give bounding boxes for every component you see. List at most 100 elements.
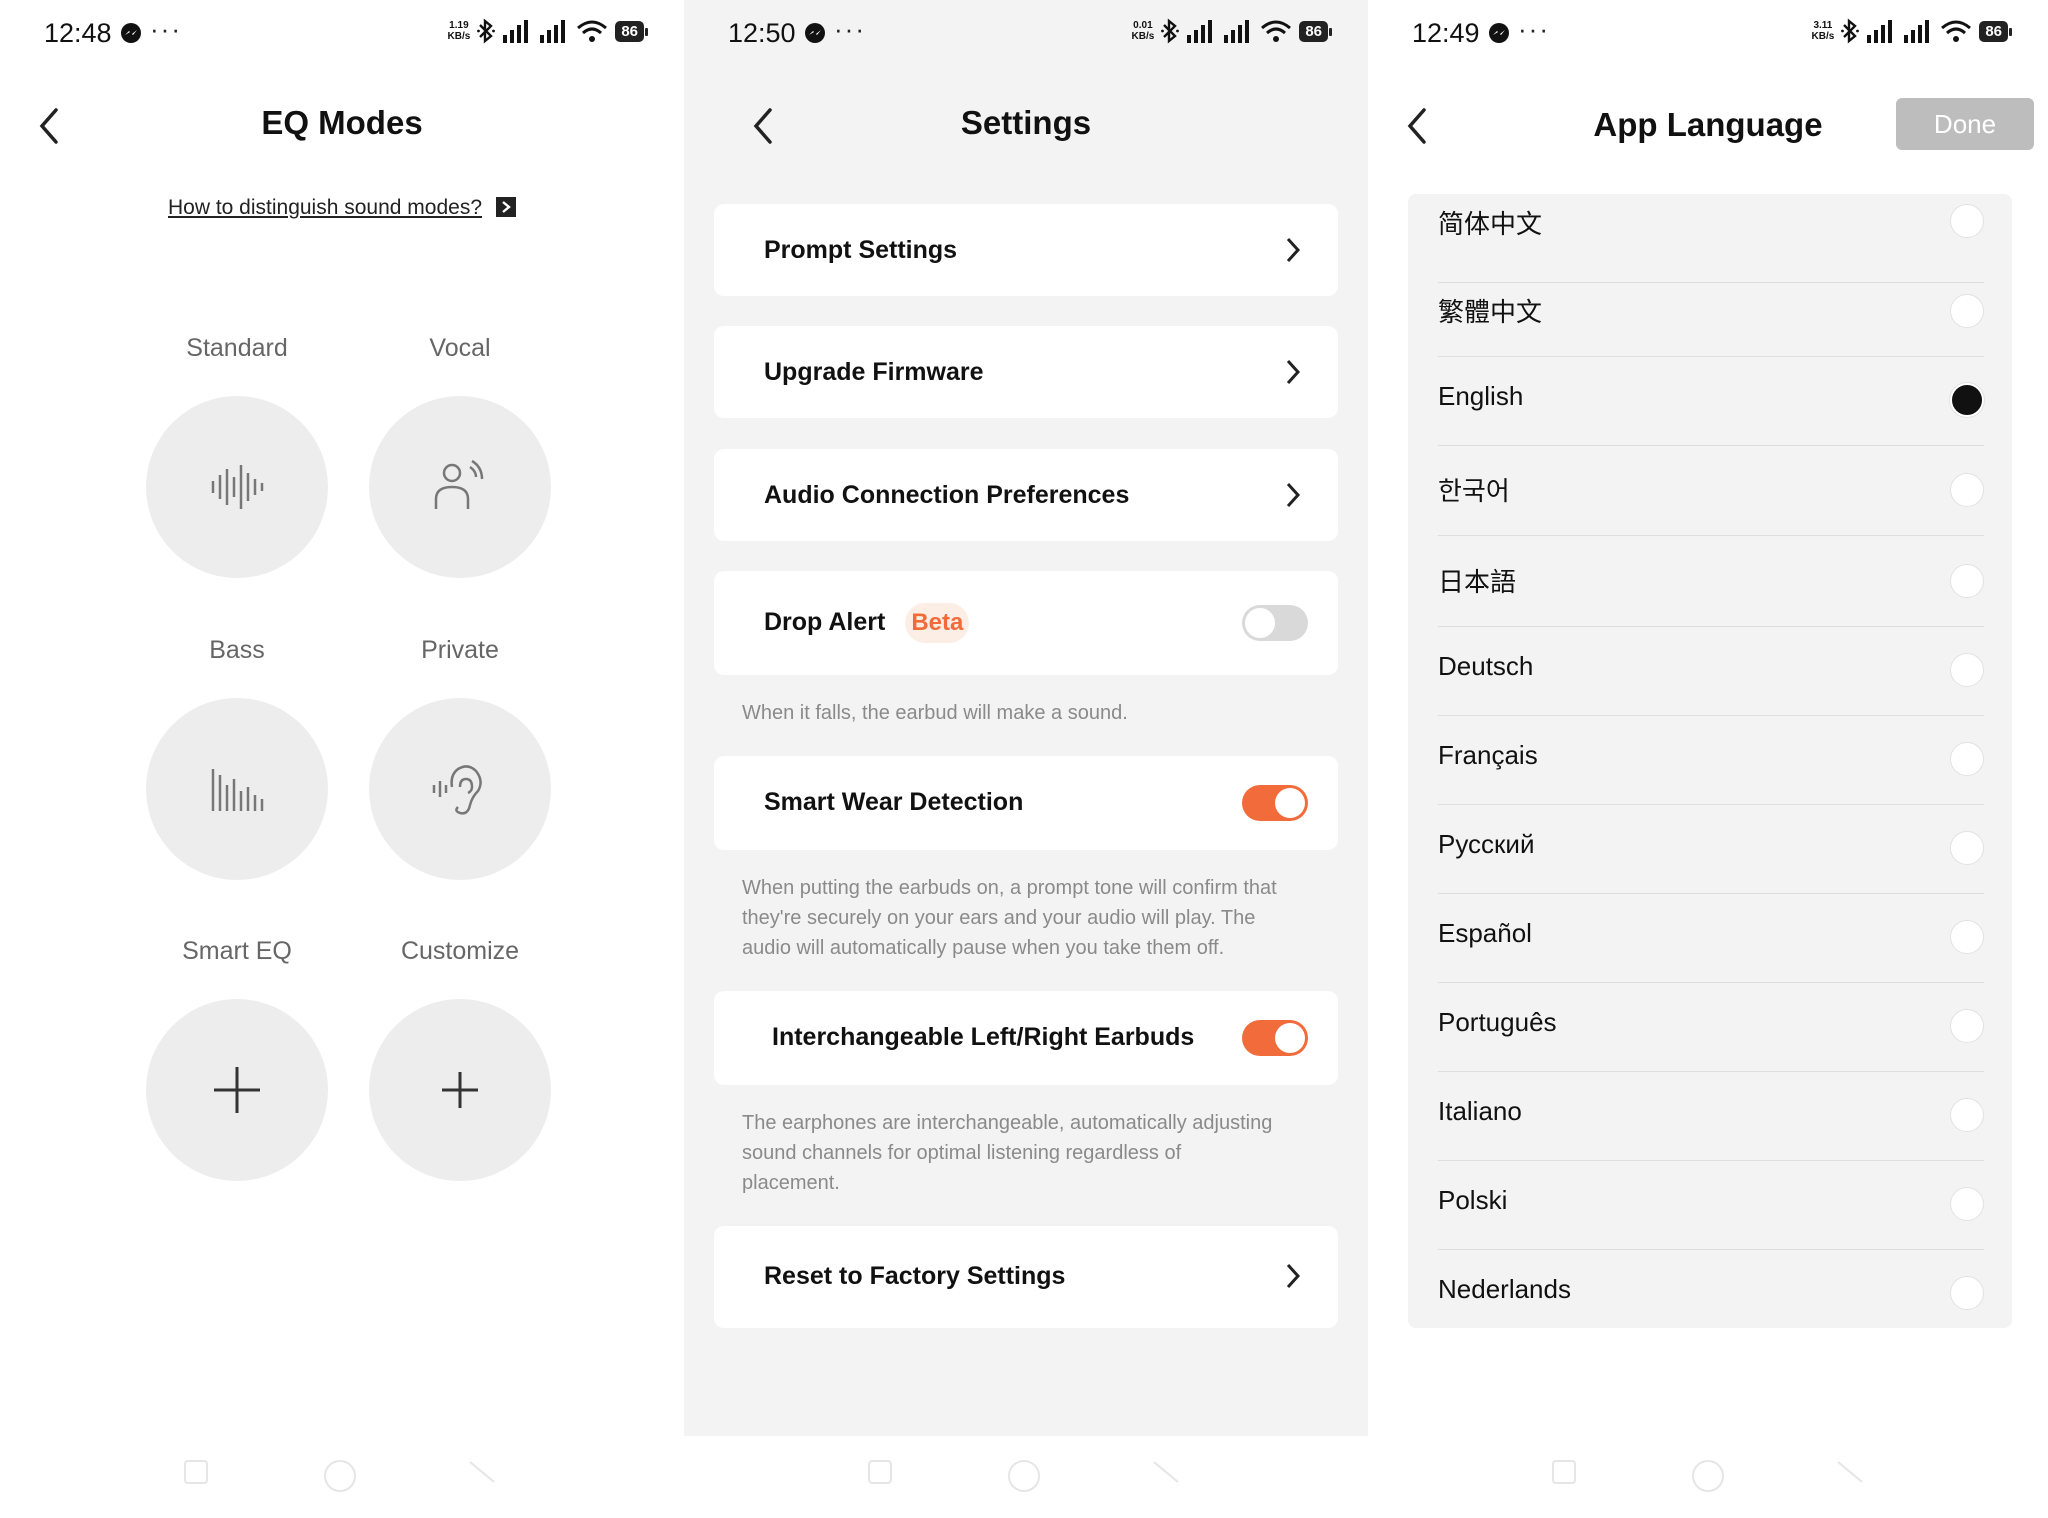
network-speed: 1.19 KB/s [447, 20, 471, 42]
signal-icon [503, 20, 529, 43]
radio-button [1950, 831, 1984, 865]
mode-label-customize: Customize [400, 937, 520, 965]
header: EQ Modes [0, 90, 684, 162]
signal-icon-2 [1904, 20, 1930, 43]
recents-nav-icon[interactable] [1550, 1458, 1578, 1486]
mode-label-bass: Bass [209, 636, 265, 664]
back-nav-icon[interactable] [468, 1458, 496, 1486]
bass-bars-icon [211, 769, 264, 811]
mode-vocal-button[interactable] [369, 396, 551, 578]
interchangeable-description: The earphones are interchangeable, autom… [742, 1112, 1273, 1194]
language-item-pt[interactable]: Português [1408, 983, 2012, 1072]
chevron-right-icon [1286, 237, 1301, 263]
chevron-right-icon [1286, 1263, 1301, 1289]
interchangeable-label: Interchangeable Left/Right Earbuds [772, 1023, 1195, 1051]
mode-private-button[interactable] [369, 698, 551, 880]
plus-icon [442, 1072, 478, 1108]
audio-connection-row[interactable]: Audio Connection Preferences [714, 449, 1338, 541]
howto-link-text[interactable]: How to distinguish sound modes? [168, 196, 482, 219]
ear-icon [432, 765, 482, 815]
status-time: 12:48 [44, 18, 112, 48]
external-arrow-icon[interactable] [496, 197, 516, 217]
howto-link[interactable]: How to distinguish sound modes? [0, 196, 684, 220]
radio-button [1950, 742, 1984, 776]
mode-bass-button[interactable] [146, 698, 328, 880]
messenger-icon [1488, 22, 1510, 49]
more-status-icon: ··· [834, 14, 866, 44]
plus-icon [214, 1067, 260, 1113]
reset-factory-row[interactable]: Reset to Factory Settings [714, 1226, 1338, 1328]
radio-button [1950, 1187, 1984, 1221]
mode-label-standard: Standard [186, 334, 288, 362]
status-bar: 12:49 ··· 3.11 KB/s 86 [1368, 0, 2048, 66]
mode-customize-button[interactable] [369, 999, 551, 1181]
system-nav-bar [1368, 1436, 2048, 1518]
wifi-icon [577, 20, 608, 42]
language-item-fr[interactable]: Français [1408, 716, 2012, 805]
smart-wear-description: When putting the earbuds on, a prompt to… [742, 877, 1277, 959]
smart-wear-toggle[interactable] [1242, 785, 1308, 821]
recents-nav-icon[interactable] [866, 1458, 894, 1486]
language-item-de[interactable]: Deutsch [1408, 627, 2012, 716]
language-list: 简体中文 繁體中文 English 한국어 日本語 Deutsch França… [1408, 194, 2012, 1328]
mode-label-private: Private [421, 636, 499, 664]
signal-icon-2 [1224, 20, 1250, 43]
page-title: EQ Modes [261, 104, 423, 141]
language-item-ko[interactable]: 한국어 [1408, 447, 2012, 536]
status-time: 12:50 [728, 18, 796, 48]
language-item-it[interactable]: Italiano [1408, 1072, 2012, 1161]
more-status-icon: ··· [150, 14, 182, 44]
network-speed: 3.11 KB/s [1811, 20, 1835, 42]
radio-button-selected [1950, 383, 1984, 417]
drop-alert-description: When it falls, the earbud will make a so… [742, 702, 1128, 724]
radio-button [1950, 473, 1984, 507]
language-item-nl[interactable]: Nederlands [1408, 1250, 2012, 1328]
bluetooth-icon [1841, 18, 1860, 44]
language-item-en[interactable]: English [1408, 357, 2012, 446]
home-nav-icon[interactable] [1690, 1458, 1726, 1494]
status-bar: 12:48 ··· 1.19 KB/s 86 [0, 0, 684, 66]
radio-button [1950, 564, 1984, 598]
header: Settings [684, 90, 1368, 162]
language-item-ru[interactable]: Русский [1408, 805, 2012, 894]
radio-button [1950, 653, 1984, 687]
home-nav-icon[interactable] [322, 1458, 358, 1494]
smart-wear-row: Smart Wear Detection [714, 756, 1338, 850]
back-nav-icon[interactable] [1836, 1458, 1864, 1486]
messenger-icon [120, 22, 142, 49]
radio-button [1950, 204, 1984, 238]
header: App Language Done [1368, 98, 2048, 170]
wifi-icon [1941, 20, 1972, 42]
messenger-icon [804, 22, 826, 49]
mode-standard-button[interactable] [146, 396, 328, 578]
back-nav-icon[interactable] [1152, 1458, 1180, 1486]
drop-alert-label: Drop Alert Beta [764, 603, 970, 643]
page-title: Settings [960, 104, 1092, 141]
person-voice-icon [434, 459, 484, 509]
language-item-ja[interactable]: 日本語 [1408, 538, 2012, 627]
wifi-icon [1261, 20, 1292, 42]
drop-alert-row: Drop Alert Beta [714, 571, 1338, 675]
recents-nav-icon[interactable] [182, 1458, 210, 1486]
mode-smart-eq-button[interactable] [146, 999, 328, 1181]
prompt-settings-label: Prompt Settings [764, 236, 958, 264]
done-button[interactable]: Done [1896, 98, 2034, 150]
upgrade-firmware-label: Upgrade Firmware [764, 358, 984, 386]
home-nav-icon[interactable] [1006, 1458, 1042, 1494]
signal-icon-2 [540, 20, 566, 43]
bluetooth-icon [477, 18, 496, 44]
more-status-icon: ··· [1518, 14, 1550, 44]
language-item-zh-hant[interactable]: 繁體中文 [1408, 268, 2012, 357]
language-item-es[interactable]: Español [1408, 894, 2012, 983]
signal-icon [1867, 20, 1893, 43]
battery-indicator: 86 [1299, 20, 1332, 42]
bluetooth-icon [1161, 18, 1180, 44]
settings-screen: 12:50 ··· 0.01 KB/s 86 Settings Prompt Se… [684, 0, 1368, 1518]
language-item-pl[interactable]: Polski [1408, 1161, 2012, 1250]
upgrade-firmware-row[interactable]: Upgrade Firmware [714, 326, 1338, 418]
waveform-icon [211, 465, 264, 509]
drop-alert-toggle[interactable] [1242, 605, 1308, 641]
network-speed: 0.01 KB/s [1131, 20, 1155, 42]
prompt-settings-row[interactable]: Prompt Settings [714, 204, 1338, 296]
interchangeable-toggle[interactable] [1242, 1020, 1308, 1056]
